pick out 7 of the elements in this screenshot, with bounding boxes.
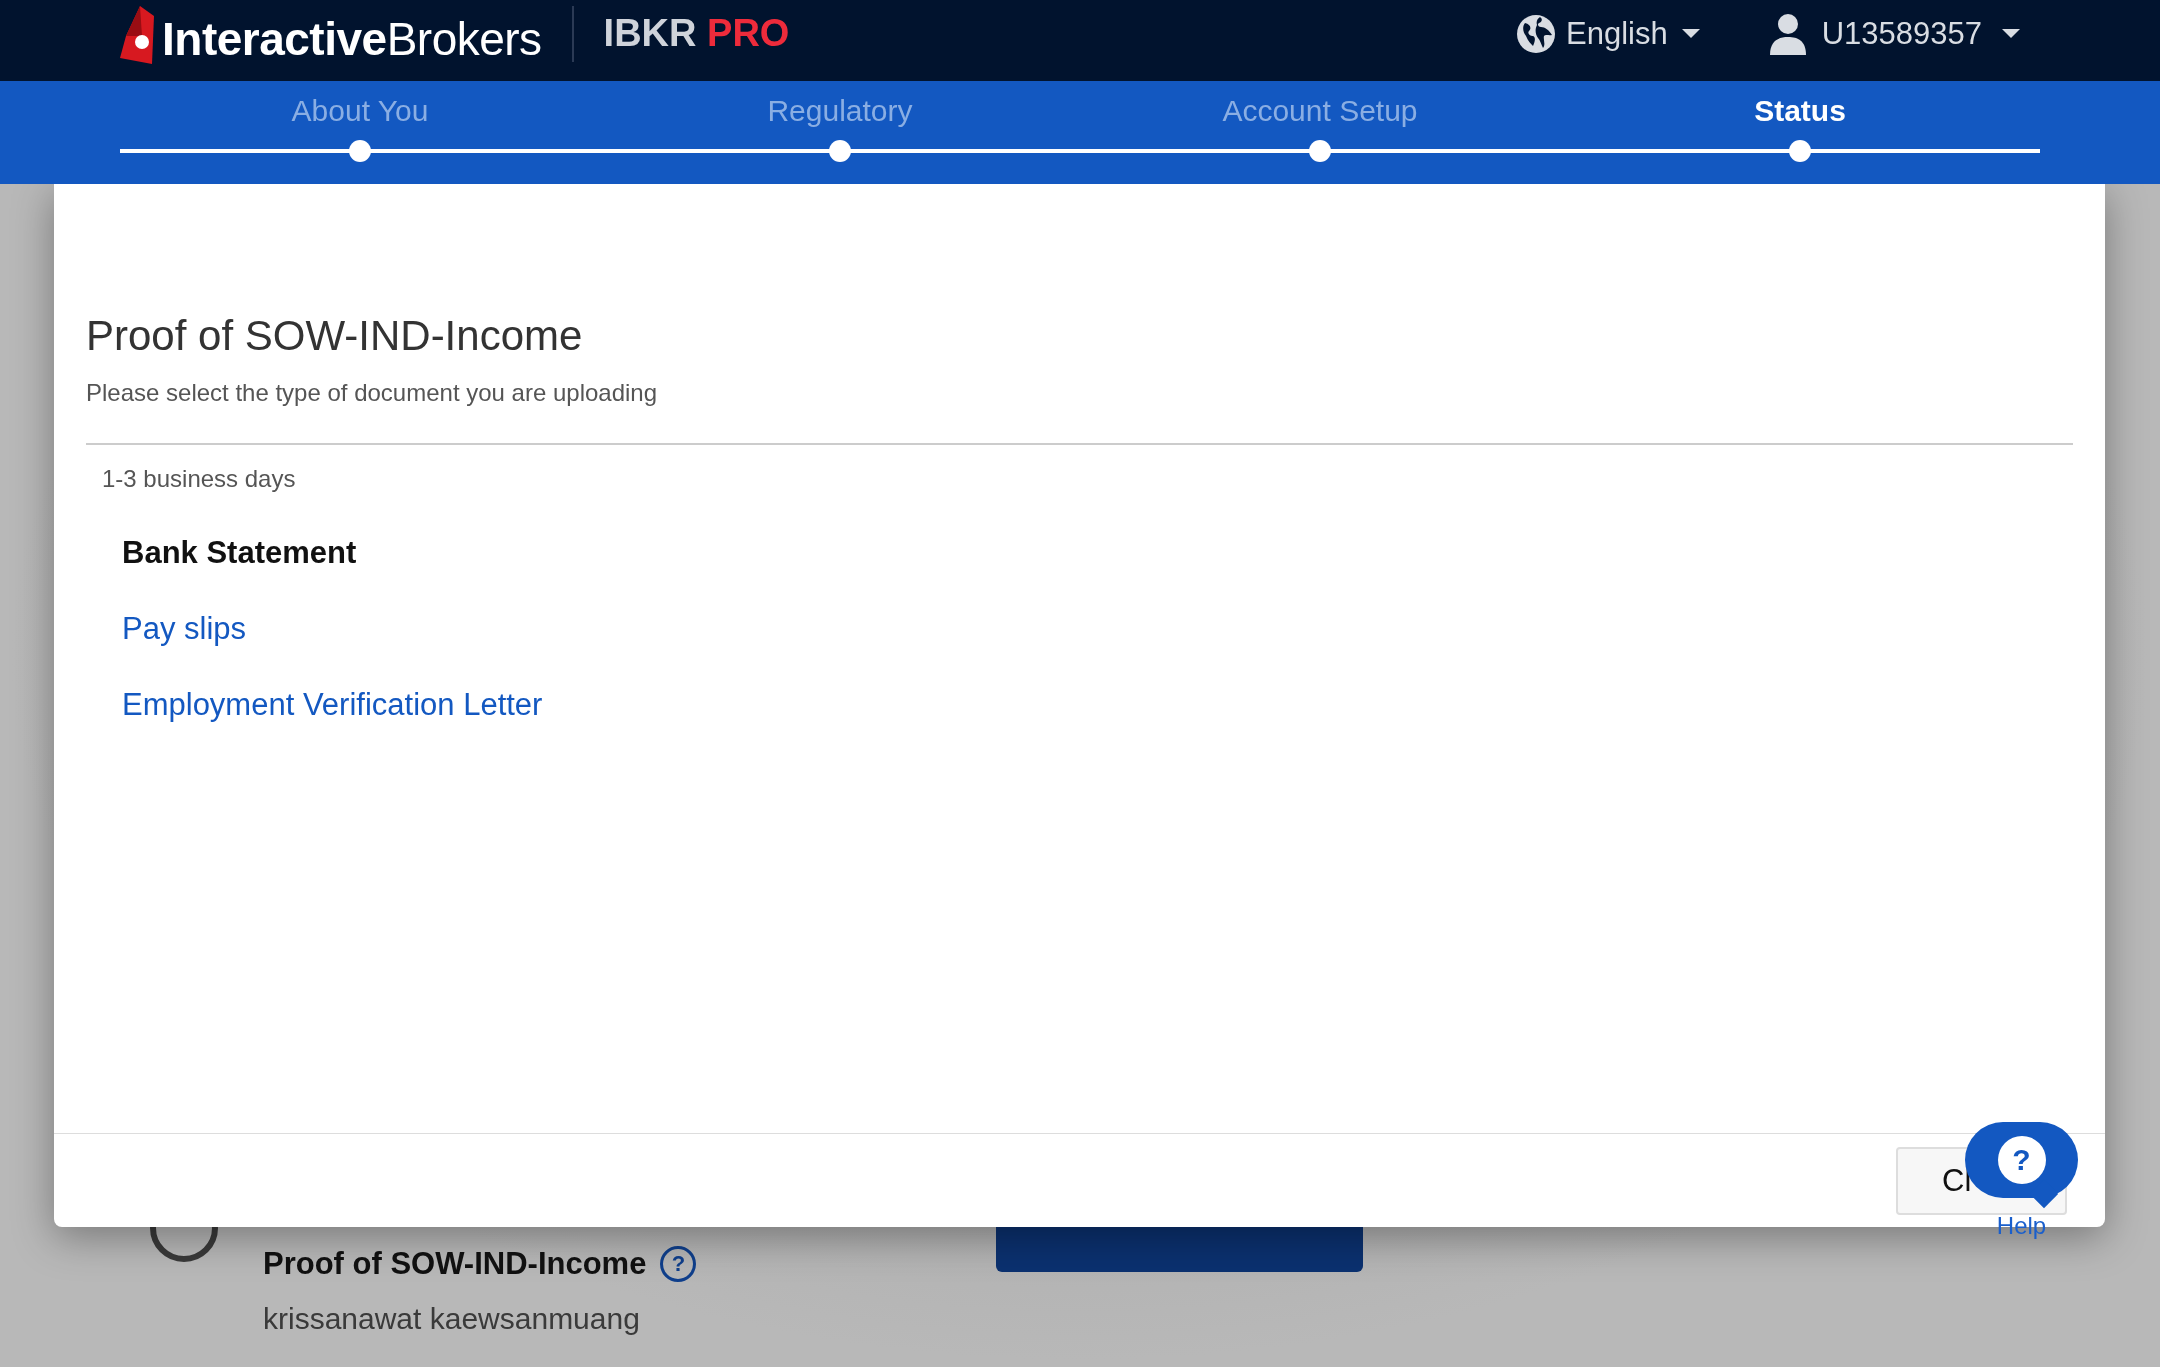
brand-name: InteractiveBrokers	[162, 15, 542, 64]
modal-subtitle: Please select the type of document you are uploading	[86, 379, 659, 407]
document-title: Proof of SOW-IND-Income	[263, 1246, 647, 1282]
owner-name: krissanawat kaewsanmuang	[263, 1302, 641, 1336]
modal-title: Proof of SOW-IND-Income	[86, 311, 584, 361]
turnaround-text: 1-3 business days	[102, 465, 297, 493]
product-name: IBKR PRO	[603, 12, 790, 55]
